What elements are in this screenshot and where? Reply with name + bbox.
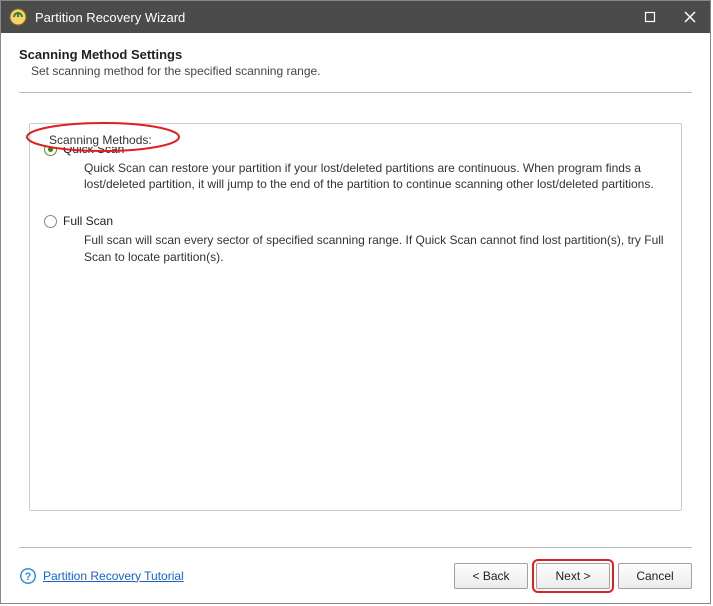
svg-text:?: ? (25, 571, 32, 583)
next-button[interactable]: Next > (536, 563, 610, 589)
page-heading: Scanning Method Settings (19, 47, 692, 62)
window-controls (630, 1, 710, 33)
button-row: < Back Next > Cancel (454, 563, 692, 589)
fieldset-legend: Scanning Methods: (45, 133, 156, 147)
options-box: Quick Scan Quick Scan can restore your p… (29, 123, 682, 511)
cancel-button[interactable]: Cancel (618, 563, 692, 589)
wizard-window: Partition Recovery Wizard Scanning Metho… (0, 0, 711, 604)
radio-full-scan[interactable]: Full Scan (44, 214, 667, 228)
help-icon: ? (19, 567, 37, 585)
close-button[interactable] (670, 1, 710, 33)
option-quick-scan: Quick Scan Quick Scan can restore your p… (44, 142, 667, 192)
radio-icon (44, 215, 57, 228)
help-link[interactable]: Partition Recovery Tutorial (43, 569, 184, 583)
scanning-methods-fieldset: Scanning Methods: Quick Scan Quick Scan … (29, 123, 682, 511)
titlebar: Partition Recovery Wizard (1, 1, 710, 33)
option-description: Full scan will scan every sector of spec… (84, 232, 667, 264)
header-section: Scanning Method Settings Set scanning me… (1, 33, 710, 86)
page-subheading: Set scanning method for the specified sc… (31, 64, 692, 78)
content-area: Scanning Methods: Quick Scan Quick Scan … (1, 93, 710, 547)
option-full-scan: Full Scan Full scan will scan every sect… (44, 214, 667, 264)
maximize-icon (644, 11, 656, 23)
close-icon (684, 11, 696, 23)
window-title: Partition Recovery Wizard (35, 10, 630, 25)
option-label: Full Scan (63, 214, 113, 228)
app-icon (9, 8, 27, 26)
help-section: ? Partition Recovery Tutorial (19, 567, 454, 585)
option-description: Quick Scan can restore your partition if… (84, 160, 667, 192)
maximize-button[interactable] (630, 1, 670, 33)
back-button[interactable]: < Back (454, 563, 528, 589)
footer: ? Partition Recovery Tutorial < Back Nex… (19, 547, 692, 603)
